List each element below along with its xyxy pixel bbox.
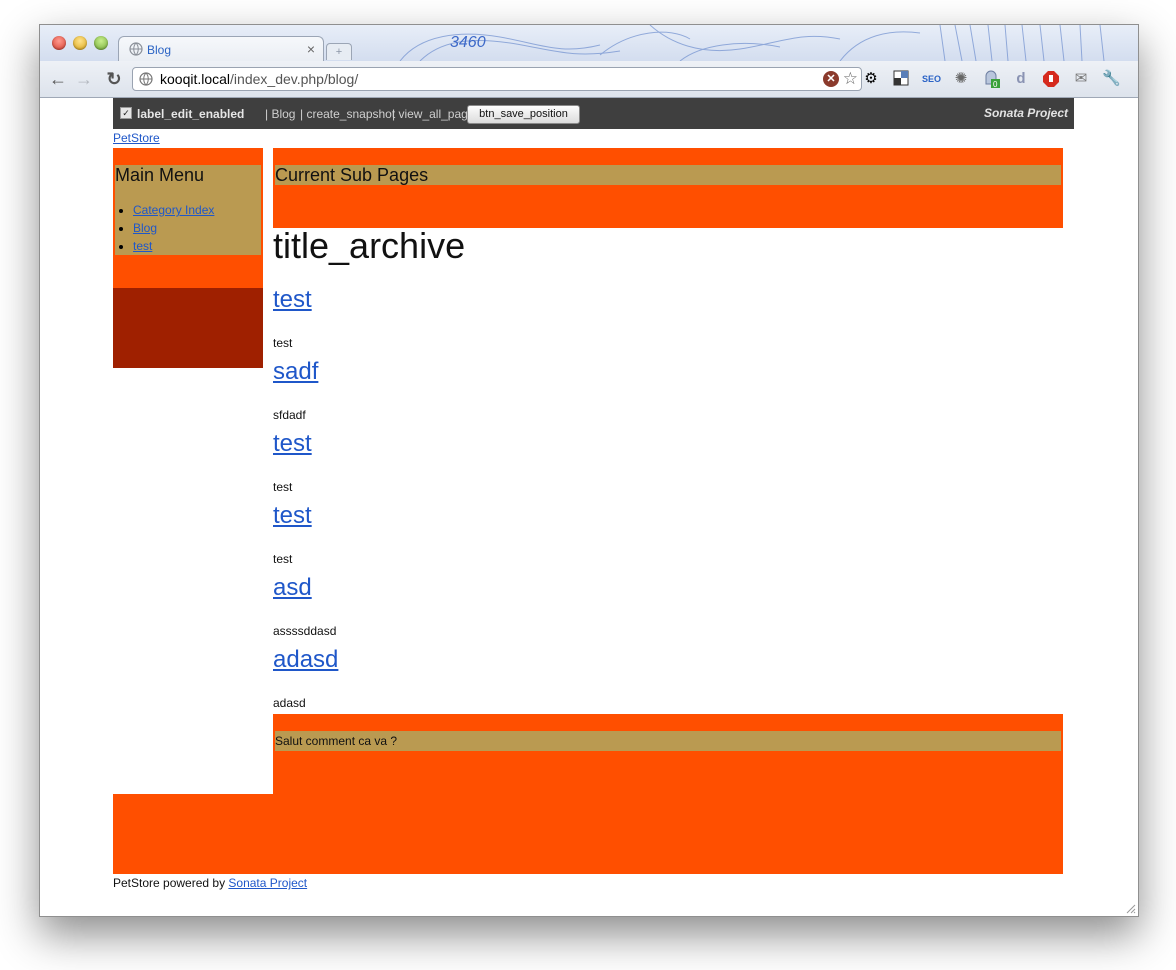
save-position-button[interactable]: btn_save_position <box>467 105 580 124</box>
post-item: asd assssddasd <box>273 574 1063 646</box>
post-title-link[interactable]: asd <box>273 574 312 602</box>
post-item: adasd adasd <box>273 646 1063 718</box>
sidebar-dark-block <box>113 288 263 368</box>
menu-item: test <box>133 237 214 255</box>
ghostery-icon[interactable]: 0 <box>982 70 1000 89</box>
post-item: test test <box>273 502 1063 574</box>
title-bar: 3460 Blog × + <box>40 25 1138 61</box>
sun-icon[interactable]: ✺ <box>952 70 970 88</box>
browser-window: 3460 Blog × + ← → ↻ kooqit.local/index_d… <box>39 24 1139 917</box>
post-item: test test <box>273 286 1063 358</box>
post-title-link[interactable]: test <box>273 286 312 314</box>
greeting-block: Salut comment ca va ? <box>273 714 1063 794</box>
url-text: kooqit.local/index_dev.php/blog/ <box>160 68 358 90</box>
post-title-link[interactable]: test <box>273 430 312 458</box>
d-icon[interactable]: d <box>1012 70 1030 88</box>
sidebar-container: Main Menu Category Index Blog test <box>113 148 263 288</box>
tab-title: Blog <box>147 43 172 57</box>
new-tab-button[interactable]: + <box>326 43 352 60</box>
star-icon[interactable]: ☆ <box>843 68 858 90</box>
post-item: test test <box>273 430 1063 502</box>
tab-blog[interactable]: Blog × <box>118 36 324 61</box>
admin-toolbar: ✓ label_edit_enabled | Blog | create_sna… <box>113 98 1074 129</box>
menu-link-category-index[interactable]: Category Index <box>133 203 214 217</box>
post-body: sfdadf <box>273 408 306 422</box>
stop-icon[interactable]: ✕ <box>823 71 839 87</box>
post-list: test test sadf sfdadf test test test tes… <box>273 286 1063 718</box>
close-tab-icon[interactable]: × <box>307 41 315 57</box>
notes-icon[interactable]: ✉ <box>1072 70 1090 88</box>
post-body: test <box>273 552 293 566</box>
post-title-link[interactable]: adasd <box>273 646 338 674</box>
page-viewport: ✓ label_edit_enabled | Blog | create_sna… <box>40 98 1138 916</box>
post-item: sadf sfdadf <box>273 358 1063 430</box>
forward-icon[interactable]: → <box>74 69 94 89</box>
admin-link-blog[interactable]: | Blog <box>265 107 295 121</box>
post-body: test <box>273 336 293 350</box>
post-title-link[interactable]: test <box>273 502 312 530</box>
admin-link-create-snapshot[interactable]: | create_snapshot <box>300 107 395 121</box>
menu-item: Category Index <box>133 201 214 219</box>
footer-link-sonata[interactable]: Sonata Project <box>228 876 307 890</box>
minimize-window-button[interactable] <box>73 36 87 50</box>
footer-text: PetStore powered by <box>113 876 229 890</box>
footer-block <box>113 794 1063 874</box>
ghostery-badge: 0 <box>993 80 998 88</box>
adblock-icon[interactable] <box>1042 70 1060 88</box>
resize-grip-icon[interactable] <box>1126 904 1136 914</box>
main-menu-list: Category Index Blog test <box>115 201 214 255</box>
seo-icon[interactable]: SEO <box>922 70 941 88</box>
sub-pages-title: Current Sub Pages <box>275 165 1061 185</box>
back-icon[interactable]: ← <box>48 69 68 89</box>
url-host: kooqit.local <box>160 71 231 87</box>
greeting-text: Salut comment ca va ? <box>275 731 1061 751</box>
menu-link-test[interactable]: test <box>133 239 152 253</box>
post-body: adasd <box>273 696 306 710</box>
maximize-window-button[interactable] <box>94 36 108 50</box>
post-body: test <box>273 480 293 494</box>
address-bar[interactable]: kooqit.local/index_dev.php/blog/ ✕ ☆ <box>132 67 862 91</box>
label-edit-checkbox[interactable]: ✓ <box>120 107 132 119</box>
wrench-icon[interactable]: 🔧 <box>1102 70 1121 88</box>
breadcrumb-petstore[interactable]: PetStore <box>113 131 160 145</box>
reload-icon[interactable]: ↻ <box>104 69 124 89</box>
sub-pages-block: Current Sub Pages <box>273 148 1063 228</box>
pixel-icon[interactable] <box>892 70 910 88</box>
post-title-link[interactable]: sadf <box>273 358 318 386</box>
globe-icon <box>129 42 143 56</box>
main-menu-title: Main Menu <box>115 165 205 185</box>
gear-icon[interactable]: ⚙ <box>862 70 880 88</box>
brand-label: Sonata Project <box>983 106 1068 120</box>
browser-toolbar: ← → ↻ kooqit.local/index_dev.php/blog/ ✕… <box>40 61 1138 98</box>
site-info-icon <box>139 72 153 86</box>
label-edit-label: label_edit_enabled <box>137 107 245 121</box>
url-path: /index_dev.php/blog/ <box>230 71 359 87</box>
map-number: 3460 <box>450 34 486 51</box>
page-title: title_archive <box>273 225 466 266</box>
footer: PetStore powered by Sonata Project <box>113 876 307 890</box>
close-window-button[interactable] <box>52 36 66 50</box>
menu-item: Blog <box>133 219 214 237</box>
menu-link-blog[interactable]: Blog <box>133 221 157 235</box>
post-body: assssddasd <box>273 624 337 638</box>
main-menu: Main Menu Category Index Blog test <box>115 165 261 255</box>
